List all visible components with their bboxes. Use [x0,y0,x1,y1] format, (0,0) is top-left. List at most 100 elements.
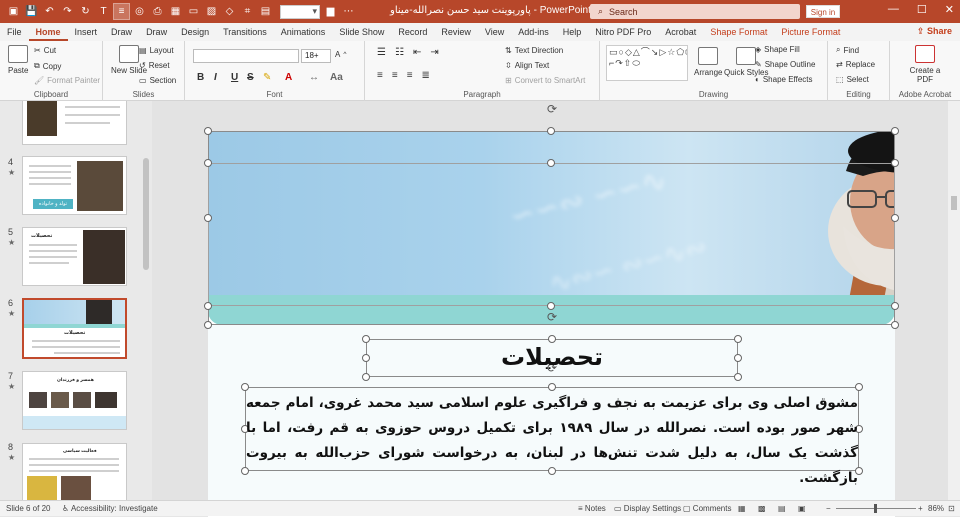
char-spacing-icon[interactable]: ↔ [309,72,319,83]
tab-shape-format[interactable]: Shape Format [703,23,774,41]
create-pdf-button[interactable]: Create a PDF [904,45,946,84]
slide-thumbnail-7[interactable]: همسر و فرزندان [22,371,127,430]
color-icon[interactable]: ▆ [323,4,338,19]
resize-handle[interactable] [548,383,556,391]
resize-handle[interactable] [204,159,212,167]
minimize-icon[interactable]: — [888,3,899,16]
grid-icon[interactable]: ▦ [168,4,183,19]
highlight-icon[interactable]: ✎ [263,72,271,83]
align-left-icon[interactable]: ≡ [377,70,389,81]
accessibility-status[interactable]: ♿ Accessibility: Investigate [62,504,158,513]
clear-format-icon[interactable]: Aa [330,72,343,83]
arrange-button[interactable]: Arrange [694,47,722,77]
comments-button[interactable]: ▢ Comments [683,504,731,513]
align-icon[interactable]: ≡ [113,3,130,20]
resize-handle[interactable] [891,127,899,135]
underline-button[interactable]: U [231,72,238,83]
align-right-icon[interactable]: ≡ [407,70,419,81]
notes-button[interactable]: ≡ Notes [578,504,606,513]
shapes-gallery[interactable]: ▭○◇△⌒↘▷☆⬠⬡{}⌐↷⇧⬭ [606,45,688,81]
tab-slide-show[interactable]: Slide Show [332,23,391,41]
font-size-select[interactable]: 18+ [301,49,331,63]
align-center-icon[interactable]: ≡ [392,70,404,81]
slide-thumbnail-pane[interactable]: 4 ★ تولد و خانواده 5 ★ تحصیلات 6 ★ تحصیل… [0,101,152,500]
slide-thumbnail-8[interactable]: فعالیت سیاسی [22,443,127,500]
zoom-in-icon[interactable]: + [918,504,923,513]
font-color-icon[interactable]: A [285,72,292,83]
resize-handle[interactable] [204,302,212,310]
rotate-handle-icon[interactable]: ⟳ [546,103,558,115]
tab-help[interactable]: Help [556,23,589,41]
zoom-slider-thumb[interactable] [874,504,877,513]
slide-thumbnail-4[interactable]: تولد و خانواده [22,156,127,215]
tab-design[interactable]: Design [174,23,216,41]
outdent-icon[interactable]: ⇥ [430,47,444,58]
layout-button[interactable]: ▤ Layout [139,46,174,55]
autosave-icon[interactable]: ▣ [6,4,21,19]
slideshow-icon[interactable]: ▣ [798,504,806,513]
font-name-select[interactable] [193,49,299,63]
more-icon[interactable]: ⋯ [341,4,356,19]
reset-button[interactable]: ↺ Reset [139,61,170,70]
section-button[interactable]: ▭ Section [139,76,176,85]
resize-handle[interactable] [547,159,555,167]
format-painter-button[interactable]: 🖌 Format Painter [34,76,100,85]
font-grow-icon[interactable]: A ^ [335,50,346,59]
slide-scrollbar-thumb[interactable] [951,196,957,210]
shape-outline-button[interactable]: ✎ Shape Outline [755,60,815,69]
maximize-icon[interactable]: ☐ [917,3,927,16]
numbering-icon[interactable]: ☷ [395,47,410,58]
justify-icon[interactable]: ≣ [422,70,436,81]
crop-icon[interactable]: ⌗ [240,4,255,19]
tab-draw-2[interactable]: Draw [139,23,174,41]
shape-fill-button[interactable]: ◈ Shape Fill [755,45,800,54]
font-quick-select[interactable] [280,4,320,19]
resize-handle[interactable] [204,127,212,135]
strikethrough-button[interactable]: S [247,72,254,83]
resize-handle[interactable] [547,127,555,135]
tab-insert[interactable]: Insert [68,23,105,41]
resize-handle[interactable] [547,302,555,310]
display-settings-button[interactable]: ▭ Display Settings [614,504,681,513]
replace-button[interactable]: ⇄ Replace [836,60,875,69]
resize-handle[interactable] [241,383,249,391]
resize-handle[interactable] [891,302,899,310]
paste-button[interactable]: Paste [8,45,28,75]
tab-view[interactable]: View [478,23,511,41]
shape-icon[interactable]: ◇ [222,4,237,19]
tab-nitro[interactable]: Nitro PDF Pro [588,23,658,41]
resize-handle[interactable] [204,214,212,222]
text-box-icon[interactable]: T [96,4,111,19]
tab-add-ins[interactable]: Add-ins [511,23,556,41]
share-button[interactable]: ⇪ Share [917,26,952,37]
bullets-icon[interactable]: ☰ [377,47,392,58]
slide-sorter-icon[interactable]: ▩ [758,504,766,513]
align-text-button[interactable]: ⇳ Align Text [505,61,549,70]
text-direction-button[interactable]: ⇅ Text Direction [505,46,563,55]
tab-animations[interactable]: Animations [274,23,333,41]
shape-effects-button[interactable]: ◐ Shape Effects [755,75,813,84]
tab-acrobat[interactable]: Acrobat [658,23,703,41]
fit-slide-icon[interactable]: ⊡ [948,504,955,513]
normal-view-icon[interactable]: ▦ [738,504,746,513]
tab-draw[interactable]: Draw [104,23,139,41]
slide-vertical-scrollbar[interactable] [948,101,960,500]
indent-icon[interactable]: ⇤ [413,47,427,58]
zoom-level[interactable]: 86% [928,504,944,513]
convert-smartart-button[interactable]: ⊞ Convert to SmartArt [505,76,585,85]
search-box[interactable]: ⌕ Search [590,4,800,19]
print-icon[interactable]: ⎙ [150,4,165,19]
thumbnail-scrollbar-thumb[interactable] [143,158,149,270]
tab-review[interactable]: Review [434,23,478,41]
tab-record[interactable]: Record [391,23,434,41]
tab-home[interactable]: Home [28,23,68,41]
tab-file[interactable]: File [0,23,29,41]
picture-icon[interactable]: ▨ [204,4,219,19]
bold-button[interactable]: B [197,72,204,83]
resize-handle[interactable] [204,321,212,329]
cut-button[interactable]: ✂ Cut [34,46,56,55]
resize-handle[interactable] [891,321,899,329]
slide-title[interactable]: تحصیلات [366,339,738,375]
redo-icon[interactable]: ↷ [60,4,75,19]
sign-in-button[interactable]: Sign in [806,5,840,18]
